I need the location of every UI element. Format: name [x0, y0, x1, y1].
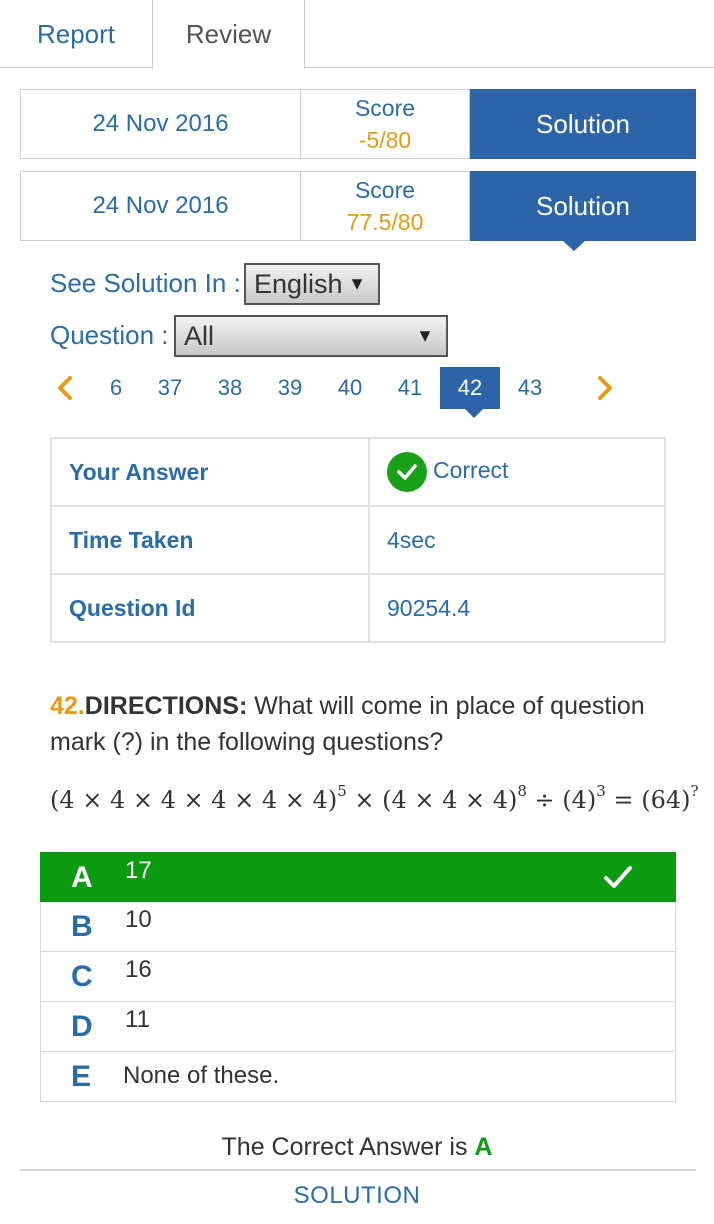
option-letter: D [71, 1010, 93, 1043]
equation-part: = (64) [605, 786, 691, 814]
directions-label: DIRECTIONS: [84, 692, 248, 720]
attempt-date: 24 Nov 2016 [20, 171, 301, 241]
language-select[interactable]: English ▼ [244, 263, 380, 305]
question-number[interactable]: 39 [260, 367, 320, 409]
score-label: Score [354, 177, 416, 203]
option-c[interactable]: C 16 [40, 952, 676, 1002]
question-filter-label: Question : [50, 320, 169, 350]
correct-answer-prefix: The Correct Answer is [221, 1133, 475, 1161]
question-filter-select[interactable]: All ▼ [174, 315, 448, 357]
option-a[interactable]: A 17 [40, 852, 676, 902]
attempt-row: 24 Nov 2016 Score -5/80 Solution [20, 89, 696, 159]
option-text: 17 [125, 857, 152, 884]
language-selected: English [254, 268, 343, 299]
your-answer-label: Your Answer [50, 437, 370, 507]
prev-chevron-icon[interactable] [50, 367, 80, 409]
language-label: See Solution In : [50, 268, 241, 298]
option-letter: E [71, 1060, 92, 1093]
question-number[interactable]: 43 [500, 367, 560, 409]
equation-part: (4 × 4 × 4 × 4 × 4 × 4) [50, 786, 338, 814]
question-pager: 6 37 38 39 40 41 42 43 [50, 367, 630, 418]
solution-link[interactable]: SOLUTION [0, 1182, 714, 1210]
question-number-label: 42. [50, 692, 85, 720]
question-number[interactable]: 40 [320, 367, 380, 409]
question-id-value: 90254.4 [368, 573, 666, 643]
solution-button[interactable]: Solution [470, 89, 696, 159]
active-number-label: 42 [457, 375, 483, 400]
option-b[interactable]: B 10 [40, 902, 676, 952]
attempt-row: 24 Nov 2016 Score 77.5/80 Solution [20, 171, 696, 251]
your-answer-text: Correct [433, 457, 509, 484]
dropdown-arrow-icon: ▼ [416, 325, 434, 346]
question-number[interactable]: 37 [140, 367, 200, 409]
score-label: Score [354, 95, 416, 121]
correct-answer-letter: A [474, 1133, 493, 1161]
score-value: -5/80 [358, 127, 412, 153]
tab-review[interactable]: Review [152, 0, 305, 69]
equation-part: × (4 × 4 × 4) [346, 786, 518, 814]
active-caret-icon [465, 409, 483, 418]
option-letter: C [71, 960, 93, 993]
equation-exponent: 3 [596, 782, 606, 800]
your-answer-value: Correct [368, 437, 666, 507]
next-chevron-icon[interactable] [590, 367, 620, 409]
option-d[interactable]: D 11 [40, 1002, 676, 1052]
solution-button-label: Solution [536, 190, 630, 221]
table-row: Your Answer Correct [50, 437, 666, 507]
option-text: 16 [125, 956, 152, 983]
question-equation: (4 × 4 × 4 × 4 × 4 × 4)5 × (4 × 4 × 4)8 … [50, 782, 699, 814]
answer-options: A 17 B 10 C 16 D 11 E None of these. [40, 852, 676, 1102]
time-taken-value: 4sec [368, 505, 666, 575]
table-row: Question Id 90254.4 [50, 573, 666, 643]
question-number-active[interactable]: 42 [440, 367, 500, 418]
time-taken-label: Time Taken [50, 505, 370, 575]
question-number[interactable]: 38 [200, 367, 260, 409]
question-text: 42.DIRECTIONS: What will come in place o… [50, 688, 680, 760]
answer-stats-table: Your Answer Correct Time Taken 4sec Ques… [50, 437, 666, 643]
tab-bar: Report Review [0, 0, 714, 69]
dropdown-arrow-icon: ▼ [348, 273, 366, 294]
option-text: 11 [125, 1006, 150, 1033]
equation-exponent: 8 [517, 782, 527, 800]
question-number[interactable]: 6 [86, 367, 146, 409]
solution-button-label: Solution [536, 108, 630, 139]
option-text: None of these. [123, 1062, 280, 1089]
active-caret-icon [563, 241, 585, 251]
score-value: 77.5/80 [346, 209, 424, 235]
divider [20, 1169, 696, 1171]
option-text: 10 [125, 906, 152, 933]
option-letter: B [71, 910, 93, 943]
attempt-score: Score 77.5/80 [300, 171, 470, 241]
tab-report[interactable]: Report [0, 0, 152, 68]
equation-exponent: 5 [337, 782, 347, 800]
question-filter-selected: All [184, 320, 215, 351]
attempt-score: Score -5/80 [300, 89, 470, 159]
check-circle-icon [387, 452, 427, 492]
equation-exponent: ? [690, 782, 699, 800]
checkmark-icon [603, 863, 633, 896]
option-letter: A [71, 861, 93, 894]
solution-button[interactable]: Solution [470, 171, 696, 251]
question-id-label: Question Id [50, 573, 370, 643]
table-row: Time Taken 4sec [50, 505, 666, 575]
option-e[interactable]: E None of these. [40, 1052, 676, 1102]
question-number[interactable]: 41 [380, 367, 440, 409]
equation-part: ÷ (4) [526, 786, 597, 814]
correct-answer-line: The Correct Answer is A [0, 1133, 714, 1162]
attempt-date: 24 Nov 2016 [20, 89, 301, 159]
